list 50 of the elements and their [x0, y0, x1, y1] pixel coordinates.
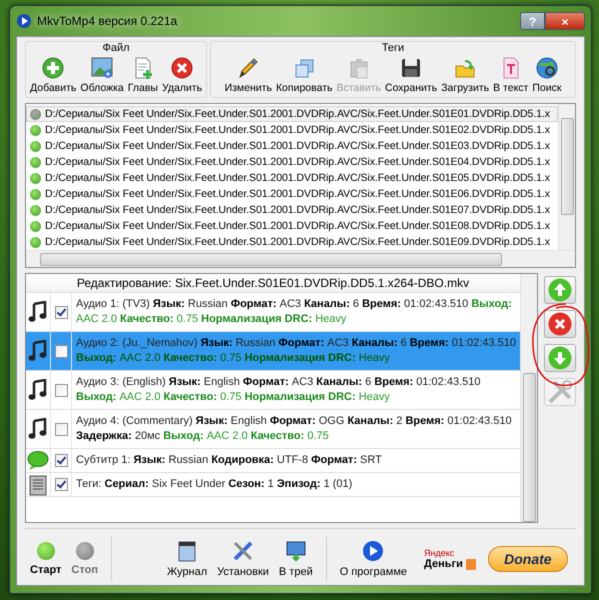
- track-description: Аудио 4: (Commentary) Язык: English Формат: OGG Каналы: 2 Время: 01:02:43.510 Задержка: 20мс Выход: AAC 2.0 Качество: 0.75: [75, 414, 513, 444]
- about-button[interactable]: О программе: [334, 540, 412, 578]
- file-path: D:/Сериалы/Six Feet Under/Six.Feet.Under.S01.2001.DVDRip.AVC/Six.Feet.Under.S01E05.DVDRip.DD5.1.x: [45, 172, 550, 184]
- donate-button[interactable]: Donate: [488, 546, 568, 572]
- track-row[interactable]: Субтитр 1: Язык: Russian Кодировка: UTF-8 Формат: SRT: [26, 449, 520, 473]
- toolbar-button[interactable]: Журнал: [162, 540, 212, 578]
- file-row[interactable]: D:/Сериалы/Six Feet Under/Six.Feet.Under.S01.2001.DVDRip.AVC/Six.Feet.Under.S01E03.DVDRip.DD5.1.x: [26, 138, 558, 154]
- track-description: Теги: Сериал: Six Feet Under Сезон: 1 Эпизод: 1 (01): [75, 477, 354, 492]
- toolbar-button[interactable]: Загрузить: [439, 55, 492, 95]
- toolbar-button[interactable]: В трей: [274, 540, 318, 578]
- toolbar-button[interactable]: Изменить: [222, 55, 274, 95]
- track-description: Аудио 3: (English) Язык: English Формат: AC3 Каналы: 6 Время: 01:02:43.510 Выход: AAC 2.0 Качество: 0.75 Нормализация DRC: Heavy: [75, 375, 482, 405]
- track-description: Аудио 1: (TV3) Язык: Russian Формат: AC3 Каналы: 6 Время: 01:02:43.510 Выход: AAC 2.0 Качество: 0.75 Нормализация DRC: Heavy: [75, 297, 513, 327]
- file-path: D:/Сериалы/Six Feet Under/Six.Feet.Under.S01.2001.DVDRip.AVC/Six.Feet.Under.S01E08.DVDRip.DD5.1.x: [45, 220, 550, 232]
- track-row[interactable]: Теги: Сериал: Six Feet Under Сезон: 1 Эпизод: 1 (01): [26, 473, 520, 497]
- window-title: MkvToMp4 версия 0.221a: [37, 14, 178, 28]
- file-path: D:/Сериалы/Six Feet Under/Six.Feet.Under.S01.2001.DVDRip.AVC/Six.Feet.Under.S01E03.DVDRip.DD5.1.x: [45, 140, 550, 152]
- file-path: D:/Сериалы/Six Feet Under/Six.Feet.Under.S01.2001.DVDRip.AVC/Six.Feet.Under.S01E07.DVDRip.DD5.1.x: [45, 204, 550, 216]
- toolbar-button[interactable]: Удалить: [160, 55, 204, 95]
- group-title: Файл: [102, 42, 130, 55]
- toolbar-button[interactable]: Поиск: [530, 55, 564, 95]
- yandex-money-logo[interactable]: Яндекс Деньги: [422, 548, 478, 570]
- file-row[interactable]: D:/Сериалы/Six Feet Under/Six.Feet.Under.S01.2001.DVDRip.AVC/Six.Feet.Under.S01E04.DVDRip.DD5.1.x: [26, 154, 558, 170]
- track-description: Аудио 2: (Ju._Nemahov) Язык: Russian Формат: AC3 Каналы: 6 Время: 01:02:43.510 Выход: AAC 2.0 Качество: 0.75 Нормализация DRC: Heavy: [75, 336, 517, 366]
- file-path: D:/Сериалы/Six Feet Under/Six.Feet.Under.S01.2001.DVDRip.AVC/Six.Feet.Under.S01E09.DVDRip.DD5.1.x: [45, 236, 550, 248]
- file-row[interactable]: D:/Сериалы/Six Feet Under/Six.Feet.Under.S01.2001.DVDRip.AVC/Six.Feet.Under.S01E09.DVDRip.DD5.1.x: [26, 234, 558, 250]
- track-row[interactable]: Аудио 4: (Commentary) Язык: English Формат: OGG Каналы: 2 Время: 01:02:43.510 Задержка: 20мс Выход: AAC 2.0 Качество: 0.75: [26, 410, 520, 449]
- close-button[interactable]: ×: [545, 12, 585, 30]
- track-description: Субтитр 1: Язык: Russian Кодировка: UTF-8 Формат: SRT: [75, 453, 383, 468]
- toolbar-button[interactable]: Обложка: [78, 55, 126, 95]
- file-path: D:/Сериалы/Six Feet Under/Six.Feet.Under.S01.2001.DVDRip.AVC/Six.Feet.Under.S01E04.DVDRip.DD5.1.x: [45, 156, 550, 168]
- track-row[interactable]: Аудио 2: (Ju._Nemahov) Язык: Russian Формат: AC3 Каналы: 6 Время: 01:02:43.510 Выход: AAC 2.0 Качество: 0.75 Нормализация DRC: Heavy: [26, 332, 520, 371]
- file-path: D:/Сериалы/Six Feet Under/Six.Feet.Under.S01.2001.DVDRip.AVC/Six.Feet.Under.S01E01.DVDRip.DD5.1.x: [45, 108, 550, 120]
- toolbar-button[interactable]: Копировать: [274, 55, 334, 95]
- group-title: Теги: [382, 42, 404, 55]
- file-row[interactable]: D:/Сериалы/Six Feet Under/Six.Feet.Under.S01.2001.DVDRip.AVC/Six.Feet.Under.S01E06.DVDRip.DD5.1.x: [26, 186, 558, 202]
- start-button[interactable]: Старт: [25, 542, 66, 576]
- toolbar-button[interactable]: Установки: [212, 540, 274, 578]
- toolbar-button[interactable]: Добавить: [28, 55, 78, 95]
- toolbar-button[interactable]: В текст: [491, 55, 530, 95]
- file-path: D:/Сериалы/Six Feet Under/Six.Feet.Under.S01.2001.DVDRip.AVC/Six.Feet.Under.S01E02.DVDRip.DD5.1.x: [45, 124, 550, 136]
- file-row[interactable]: D:/Сериалы/Six Feet Under/Six.Feet.Under.S01.2001.DVDRip.AVC/Six.Feet.Under.S01E08.DVDRip.DD5.1.x: [26, 218, 558, 234]
- file-path: D:/Сериалы/Six Feet Under/Six.Feet.Under.S01.2001.DVDRip.AVC/Six.Feet.Under.S01E06.DVDRip.DD5.1.x: [45, 188, 550, 200]
- file-row[interactable]: D:/Сериалы/Six Feet Under/Six.Feet.Under.S01.2001.DVDRip.AVC/Six.Feet.Under.S01E05.DVDRip.DD5.1.x: [26, 170, 558, 186]
- file-row[interactable]: D:/Сериалы/Six Feet Under/Six.Feet.Under.S01.2001.DVDRip.AVC/Six.Feet.Under.S01E01.DVDRip.DD5.1.x: [26, 106, 558, 122]
- toolbar-button[interactable]: Главы: [126, 55, 160, 95]
- file-row[interactable]: D:/Сериалы/Six Feet Under/Six.Feet.Under.S01.2001.DVDRip.AVC/Six.Feet.Under.S01E02.DVDRip.DD5.1.x: [26, 122, 558, 138]
- track-row[interactable]: Аудио 3: (English) Язык: English Формат: AC3 Каналы: 6 Время: 01:02:43.510 Выход: AAC 2.0 Качество: 0.75 Нормализация DRC: Heavy: [26, 371, 520, 410]
- file-row[interactable]: D:/Сериалы/Six Feet Under/Six.Feet.Under.S01.2001.DVDRip.AVC/Six.Feet.Under.S01E07.DVDRip.DD5.1.x: [26, 202, 558, 218]
- toolbar-button[interactable]: Сохранить: [383, 55, 440, 95]
